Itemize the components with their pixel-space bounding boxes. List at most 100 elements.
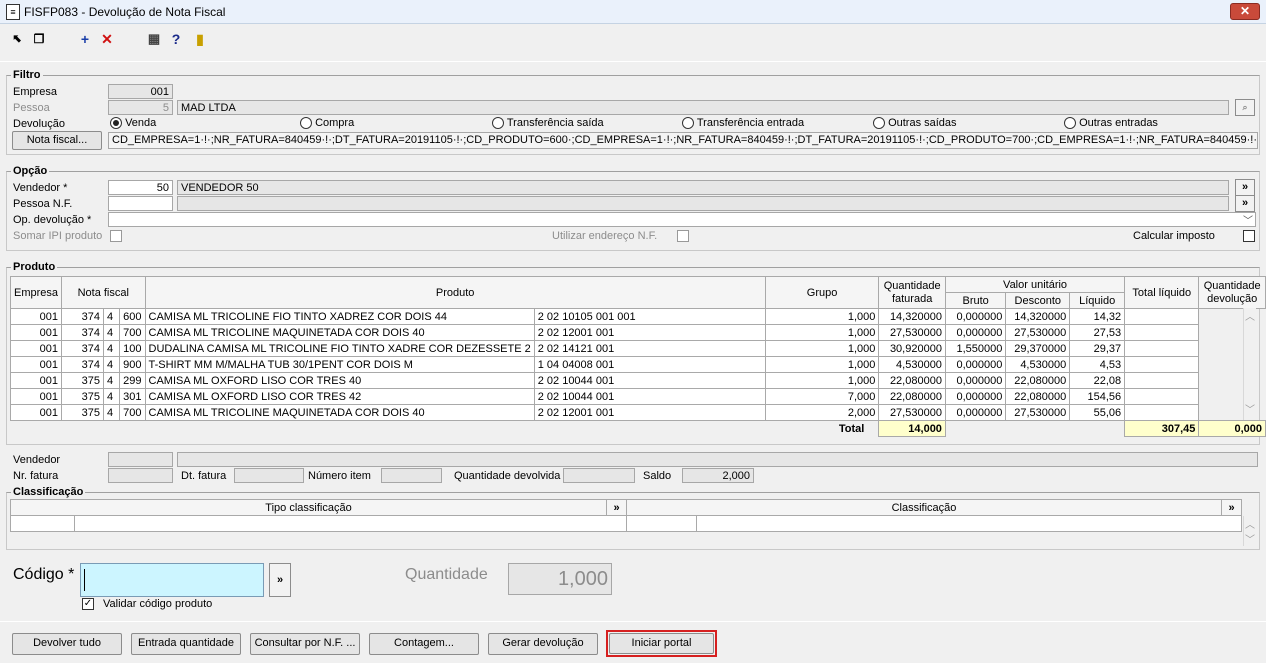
table-cell[interactable]: 374 [61,340,104,357]
radio-transferencia-entrada[interactable]: Transferência entrada [682,117,804,130]
pessoa-nf-lookup-button[interactable]: » [1235,195,1255,212]
table-cell[interactable]: CAMISA ML OXFORD LISO COR TRES 42 [144,388,535,405]
table-cell[interactable]: 001 [9,388,63,405]
table-cell[interactable]: 29,370000 [1005,340,1071,357]
tipo-classificacao-header[interactable]: Tipo classificação [10,499,607,516]
table-cell[interactable]: 1 04 04008 001 [533,356,766,373]
table-cell[interactable]: 1,000 [764,356,880,373]
table-cell[interactable]: 4 [102,340,121,357]
pessoa-code-field[interactable]: 5 [108,100,173,115]
table-cell[interactable]: 4 [102,372,121,389]
produto-scrollbar[interactable]: ︿ ﹀ [1243,308,1256,420]
add-icon[interactable]: + [76,30,94,48]
contagem-button[interactable]: Contagem... [369,633,479,655]
radio-venda-indicator[interactable] [110,117,122,130]
utilizar-endereco-checkbox[interactable] [677,230,689,242]
class-cell[interactable] [696,515,1242,532]
table-cell[interactable]: 22,080000 [1005,372,1071,389]
table-cell[interactable]: 30,920000 [878,340,946,357]
table-cell[interactable]: 299 [119,372,146,389]
delete-icon[interactable]: ✕ [98,30,116,48]
table-cell[interactable]: 2 02 12001 001 [533,404,766,421]
radio-venda[interactable]: Venda [110,117,156,130]
empresa-field[interactable]: 001 [108,84,173,99]
table-cell[interactable]: 22,080000 [1005,388,1071,405]
table-cell[interactable]: 700 [119,404,146,421]
table-row[interactable]: 001 375 4 299 CAMISA ML OXFORD LISO COR TRES… [9,372,1266,389]
table-cell[interactable]: 0,000000 [944,404,1007,421]
table-cell[interactable]: 22,080000 [878,388,946,405]
table-cell[interactable]: 0,000000 [944,372,1007,389]
table-cell[interactable]: 7,000 [764,388,880,405]
table-cell[interactable] [1124,372,1200,389]
gerar-devolucao-button[interactable]: Gerar devolução [488,633,598,655]
table-cell[interactable]: 1,000 [764,372,880,389]
col-grupo-header[interactable]: Grupo [764,276,880,309]
radio-outras-saidas[interactable]: Outras saídas [873,117,957,130]
devolver-tudo-button[interactable]: Devolver tudo [12,633,122,655]
table-cell[interactable]: 4 [102,324,121,341]
col-qtd-dev-header[interactable]: Quantidade devolução [1198,276,1266,309]
radio-transferencia-saida[interactable]: Transferência saída [492,117,604,130]
table-cell[interactable]: DUDALINA CAMISA ML TRICOLINE FIO TINTO X… [144,340,535,357]
table-cell[interactable]: 2 02 10105 001 001 [533,308,766,325]
codigo-input[interactable] [80,563,264,597]
col-empresa-header[interactable]: Empresa [9,276,63,309]
pessoa-lookup-icon[interactable]: ⌕ [1235,99,1255,116]
table-cell[interactable]: CAMISA ML TRICOLINE MAQUINETADA COR DOIS… [144,404,535,421]
consultar-nf-button[interactable]: Consultar por N.F. ... [250,633,360,655]
table-row[interactable]: 001 375 4 301 CAMISA ML OXFORD LISO COR TRES… [9,388,1266,405]
table-cell[interactable]: T-SHIRT MM M/MALHA TUB 30/1PENT COR DOIS… [144,356,535,373]
help-icon[interactable]: ? [167,30,185,48]
exit-door-icon[interactable]: ▮ [191,30,209,48]
scroll-up-icon[interactable]: ︿ [1244,308,1256,323]
table-cell[interactable]: 1,000 [764,340,880,357]
class-cell[interactable] [74,515,627,532]
table-cell[interactable]: 001 [9,404,63,421]
table-cell[interactable]: 1,000 [764,308,880,325]
table-cell[interactable]: 0,000000 [944,324,1007,341]
table-cell[interactable]: CAMISA ML OXFORD LISO COR TRES 40 [144,372,535,389]
class-cell[interactable] [626,515,697,532]
col-liquido-header[interactable]: Líquido [1069,292,1126,309]
validar-checkbox[interactable]: ✓ [82,598,94,610]
table-cell[interactable] [1124,324,1200,341]
radio-oe-indicator[interactable] [1064,117,1076,130]
table-cell[interactable]: 374 [61,324,104,341]
table-cell[interactable]: CAMISA ML TRICOLINE FIO TINTO XADREZ COR… [144,308,535,325]
table-cell[interactable]: 55,06 [1069,404,1126,421]
copy-windows-icon[interactable]: ❐ [30,30,48,48]
col-produto-header[interactable]: Produto [144,276,766,309]
table-cell[interactable]: 27,530000 [878,324,946,341]
scroll-down-icon[interactable]: ﹀ [1244,401,1256,416]
entrada-quantidade-button[interactable]: Entrada quantidade [131,633,241,655]
table-cell[interactable]: 001 [9,308,63,325]
table-cell[interactable] [1124,308,1200,325]
table-cell[interactable]: 4 [102,404,121,421]
table-cell[interactable]: 2 02 14121 001 [533,340,766,357]
calcular-imposto-checkbox[interactable] [1243,230,1255,242]
radio-compra[interactable]: Compra [300,117,354,130]
table-grid-icon[interactable]: ▦ [145,30,163,48]
table-cell[interactable]: 0,000000 [944,308,1007,325]
scroll-down-icon[interactable]: ﹀ [1244,531,1256,546]
op-devolucao-select[interactable] [108,212,1256,227]
tipo-lookup-button[interactable]: » [606,499,627,516]
class-cell[interactable] [10,515,75,532]
table-cell[interactable]: 27,530000 [1005,324,1071,341]
table-cell[interactable]: 001 [9,324,63,341]
table-cell[interactable]: 1,550000 [944,340,1007,357]
table-cell[interactable]: 1,000 [764,324,880,341]
nota-fiscal-button[interactable]: Nota fiscal... [12,131,102,150]
table-cell[interactable]: 374 [61,308,104,325]
table-cell[interactable]: 001 [9,340,63,357]
radio-compra-indicator[interactable] [300,117,312,130]
table-row[interactable]: 001 374 4 600 CAMISA ML TRICOLINE FIO TINTO … [9,308,1266,325]
table-cell[interactable]: 700 [119,324,146,341]
table-cell[interactable]: 14,320000 [878,308,946,325]
codigo-lookup-button[interactable]: » [269,563,291,597]
table-cell[interactable]: 14,32 [1069,308,1126,325]
table-cell[interactable]: 900 [119,356,146,373]
table-cell[interactable]: 374 [61,356,104,373]
table-cell[interactable]: 301 [119,388,146,405]
